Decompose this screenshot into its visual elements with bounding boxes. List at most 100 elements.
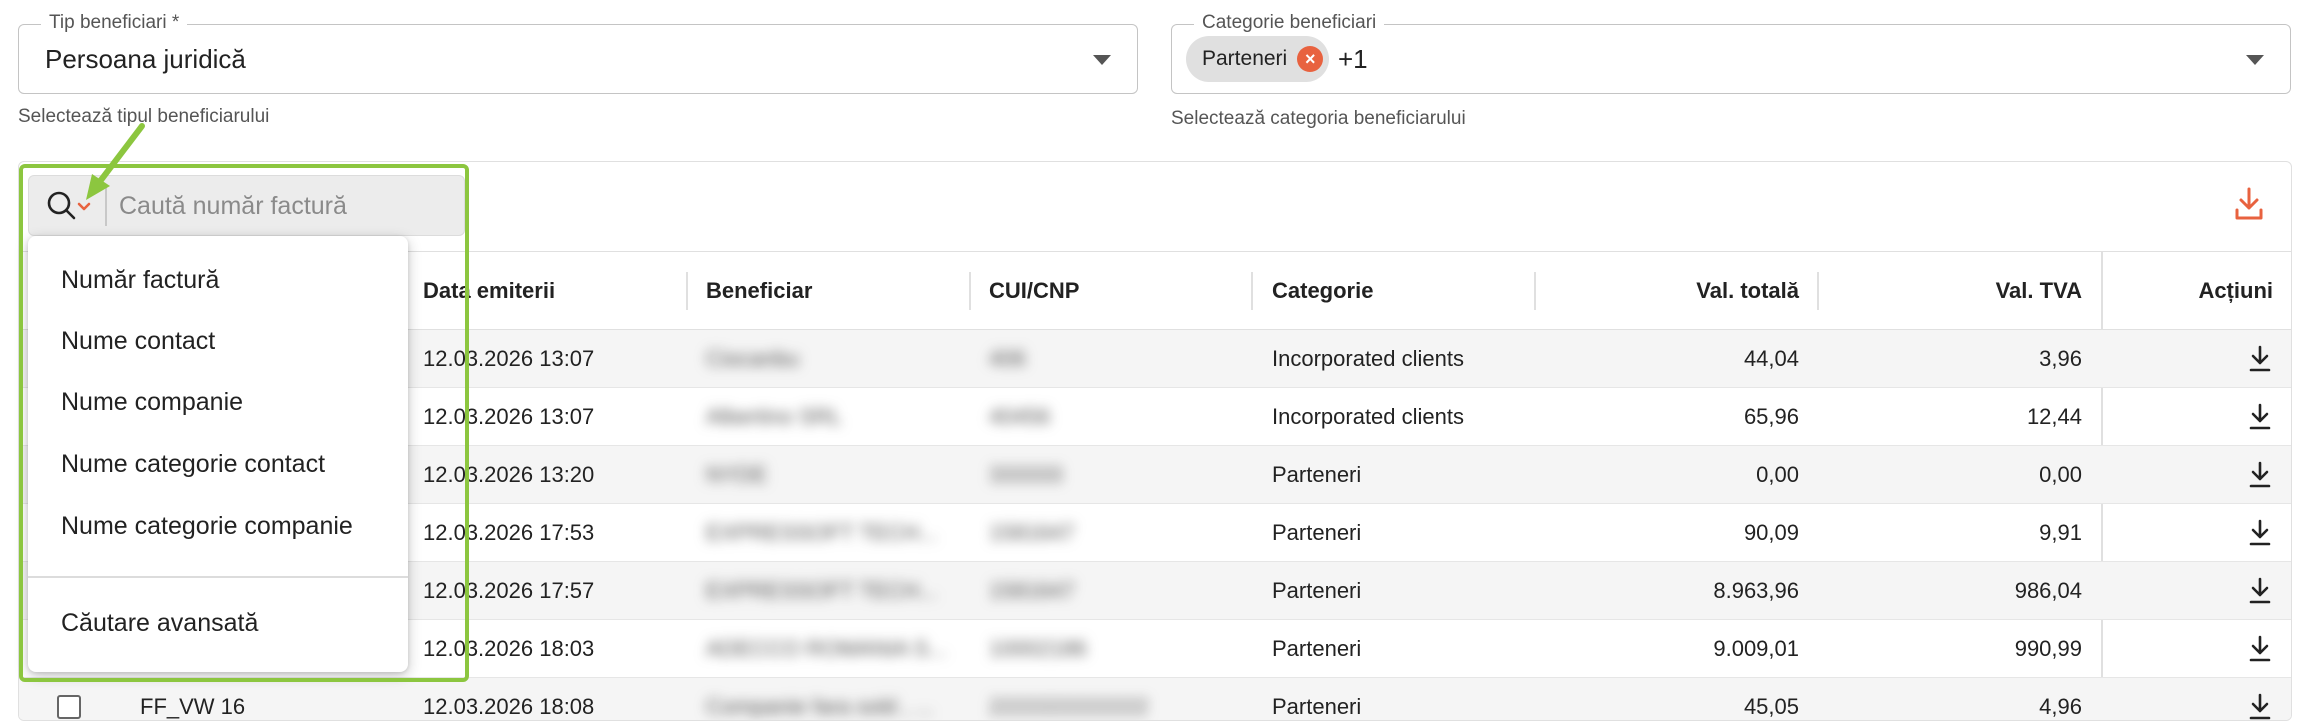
cell-beneficiar: EXPRESSOFT TECH... (706, 562, 976, 619)
cell-categorie-text: Parteneri (1272, 577, 1362, 603)
table-row[interactable]: FF_VW 16 12.03.2026 18:08 Companie fara so… (19, 678, 2291, 721)
cell-total: 45,05 (1549, 678, 1799, 720)
menu-item-nume-contact[interactable]: Nume contact (61, 327, 215, 356)
download-icon[interactable] (2248, 519, 2272, 547)
cell-total: 9.009,01 (1549, 620, 1799, 677)
cell-categorie: Parteneri (1272, 562, 1532, 619)
column-header-categorie[interactable]: Categorie (1272, 252, 1373, 329)
tip-beneficiari-select[interactable]: Tip beneficiari * Persoana juridică (18, 12, 1138, 94)
download-icon[interactable] (2248, 461, 2272, 489)
cell-date-text: 12.03.2026 17:57 (423, 577, 595, 603)
cell-date: 12.03.2026 17:53 (423, 504, 683, 561)
cell-date: 12.03.2026 13:07 (423, 388, 683, 445)
tip-beneficiari-label: Tip beneficiari * (41, 12, 188, 34)
cell-total-text: 65,96 (1743, 403, 1799, 429)
column-header-tva[interactable]: Val. TVA (1829, 252, 2082, 329)
menu-item-nume-categorie-companie[interactable]: Nume categorie companie (61, 512, 353, 541)
cell-categorie-text: Parteneri (1272, 461, 1362, 487)
menu-divider (28, 576, 408, 578)
close-icon[interactable]: × (1297, 46, 1324, 72)
search-input[interactable] (119, 186, 449, 226)
cell-tva: 9,91 (1829, 504, 2082, 561)
cell-beneficiar: ADECCO ROMANIA S... (706, 620, 976, 677)
cell-cui: 333333 (989, 446, 1239, 503)
menu-item-cautare-avansata[interactable]: Căutare avansată (61, 609, 258, 638)
cell-cui-text: 2222222222222 (989, 693, 1149, 719)
tip-beneficiari-helper: Selectează tipul beneficiarului (18, 106, 270, 127)
cell-cui: 406 (989, 330, 1239, 387)
cell-total: 65,96 (1549, 388, 1799, 445)
cell-cui: 2222222222222 (989, 678, 1239, 720)
cell-cui-text: 40456 (989, 403, 1051, 429)
chevron-down-icon[interactable] (2246, 55, 2264, 65)
row-checkbox[interactable] (57, 695, 81, 719)
cell-tva: 986,04 (1829, 562, 2082, 619)
cell-date-text: 12.03.2026 13:07 (423, 345, 595, 371)
category-more-count: +1 (1338, 44, 1368, 74)
menu-item-nume-companie[interactable]: Nume companie (61, 388, 243, 417)
cell-tva: 3,96 (1829, 330, 2082, 387)
menu-item-nume-categorie-contact[interactable]: Nume categorie contact (61, 450, 325, 479)
download-icon[interactable] (2248, 345, 2272, 373)
cell-date: 12.03.2026 13:20 (423, 446, 683, 503)
cell-beneficiar: Albertino SRL (706, 388, 976, 445)
tip-beneficiari-value: Persoana juridică (45, 44, 246, 74)
cell-total-text: 8.963,96 (1713, 577, 1799, 603)
categorie-beneficiari-select[interactable]: Categorie beneficiari Parteneri × +1 (1171, 12, 2291, 94)
cell-total-text: 0,00 (1756, 461, 1799, 487)
cell-tva-text: 0,00 (2039, 461, 2082, 487)
cell-beneficiar: EXPRESSOFT TECH... (706, 504, 976, 561)
cell-beneficiar: Companie fara sold , ... (706, 678, 976, 720)
column-header-total[interactable]: Val. totală (1549, 252, 1799, 329)
cell-categorie-text: Incorporated clients (1272, 403, 1464, 429)
cell-tva-text: 12,44 (2026, 403, 2082, 429)
cell-categorie-text: Incorporated clients (1272, 345, 1464, 371)
cell-total-text: 45,05 (1743, 693, 1799, 719)
column-header-beneficiar[interactable]: Beneficiar (706, 252, 812, 329)
cell-cui-text: 333333 (989, 461, 1063, 487)
cell-total: 90,09 (1549, 504, 1799, 561)
cell-total-text: 9.009,01 (1713, 635, 1799, 661)
column-header-date[interactable]: Data emiterii (423, 252, 555, 329)
column-header-cui[interactable]: CUI/CNP (989, 252, 1079, 329)
cell-cui: 1581647 (989, 562, 1239, 619)
category-chip-label: Parteneri (1202, 47, 1288, 70)
cell-total-text: 90,09 (1743, 519, 1799, 545)
cell-categorie: Parteneri (1272, 504, 1532, 561)
cell-date-text: 12.03.2026 18:08 (423, 693, 595, 719)
cell-date: 12.03.2026 18:08 (423, 678, 683, 720)
download-icon[interactable] (2248, 693, 2272, 721)
cell-total-text: 44,04 (1743, 345, 1799, 371)
search-box (28, 175, 465, 236)
cell-cui: 10002186 (989, 620, 1239, 677)
cell-beneficiar-text: Ciocanbu (706, 345, 799, 371)
cell-categorie: Incorporated clients (1272, 330, 1532, 387)
menu-item-numar-factura[interactable]: Număr factură (61, 266, 219, 295)
cell-total: 8.963,96 (1549, 562, 1799, 619)
cell-total: 44,04 (1549, 330, 1799, 387)
cell-tva: 4,96 (1829, 678, 2082, 720)
cell-cui: 40456 (989, 388, 1239, 445)
cell-cui-text: 1581647 (989, 519, 1075, 545)
download-icon[interactable] (2233, 186, 2265, 222)
cell-categorie-text: Parteneri (1272, 693, 1362, 719)
cell-number: FF_VW 16 (140, 693, 246, 719)
cell-date: 12.03.2026 13:07 (423, 330, 683, 387)
search-field-menu: Număr factură Nume contact Nume companie… (28, 236, 408, 672)
cell-beneficiar-text: EXPRESSOFT TECH... (706, 519, 938, 545)
download-icon[interactable] (2248, 403, 2272, 431)
cell-tva-text: 4,96 (2039, 693, 2082, 719)
cell-categorie: Parteneri (1272, 620, 1532, 677)
cell-beneficiar-text: ADECCO ROMANIA S... (706, 635, 947, 661)
cell-tva-text: 990,99 (2014, 635, 2082, 661)
cell-tva-text: 3,96 (2039, 345, 2082, 371)
download-icon[interactable] (2248, 635, 2272, 663)
cell-beneficiar-text: NYDE (706, 461, 768, 487)
cell-tva: 12,44 (1829, 388, 2082, 445)
cell-date: 12.03.2026 17:57 (423, 562, 683, 619)
chevron-down-icon[interactable] (1093, 55, 1111, 65)
cell-beneficiar-text: Companie fara sold , ... (706, 693, 934, 719)
download-icon[interactable] (2248, 577, 2272, 605)
search-icon[interactable] (41, 188, 99, 224)
cell-tva: 0,00 (1829, 446, 2082, 503)
